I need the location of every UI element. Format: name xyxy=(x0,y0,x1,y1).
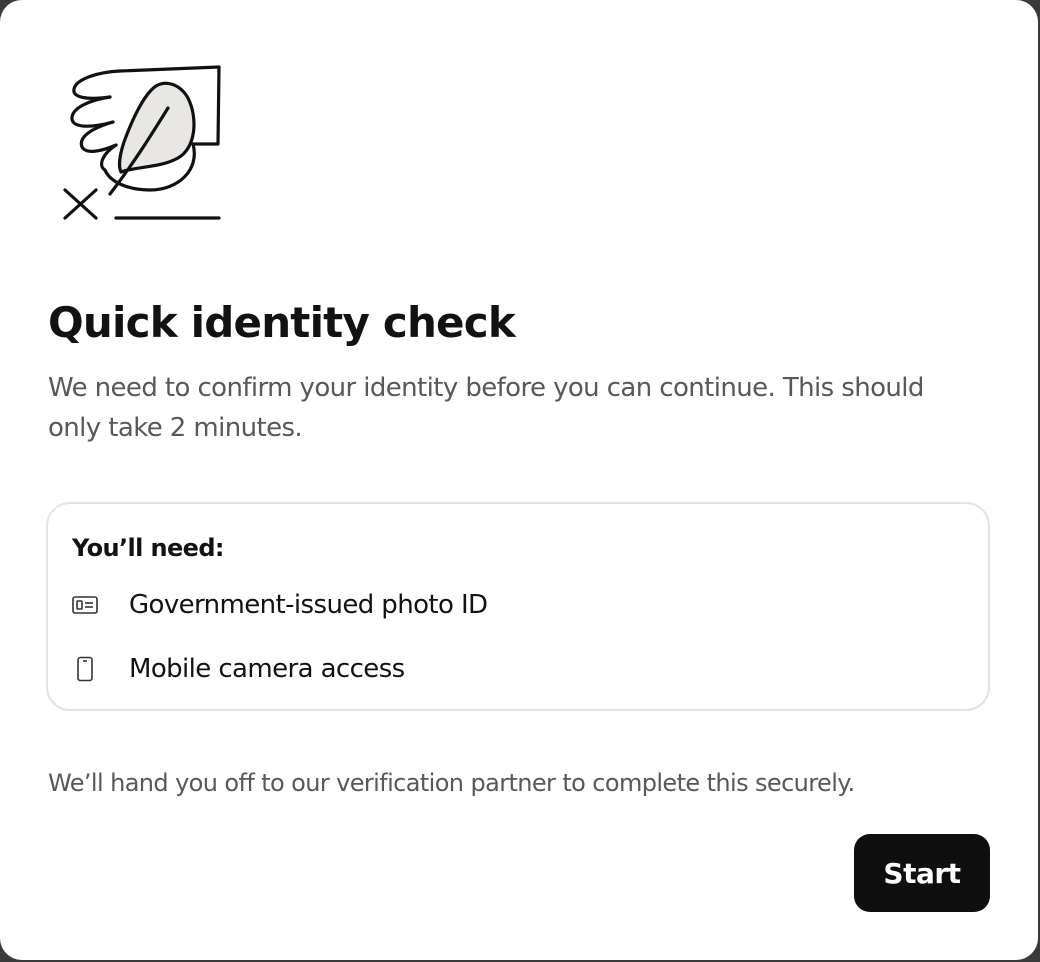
requirements-heading: You’ll need: xyxy=(72,534,225,562)
requirement-item-photo-id: Government-issued photo ID xyxy=(72,587,488,623)
id-card-icon xyxy=(72,591,106,619)
requirement-item-mobile-camera: Mobile camera access xyxy=(72,651,405,687)
start-button[interactable]: Start xyxy=(854,834,990,912)
identity-check-dialog: Quick identity check We need to confirm … xyxy=(0,0,1038,960)
dialog-intro-text: We need to confirm your identity before … xyxy=(48,373,924,443)
mobile-phone-icon xyxy=(72,655,106,683)
requirement-label: Government-issued photo ID xyxy=(129,590,488,620)
quill-signature-illustration xyxy=(63,65,221,220)
dialog-title: Quick identity check xyxy=(48,298,516,347)
verification-partner-note: We’ll hand you off to our verification p… xyxy=(48,769,855,797)
requirement-label: Mobile camera access xyxy=(129,654,405,684)
requirements-card: You’ll need: Government-issued photo ID … xyxy=(46,502,990,711)
